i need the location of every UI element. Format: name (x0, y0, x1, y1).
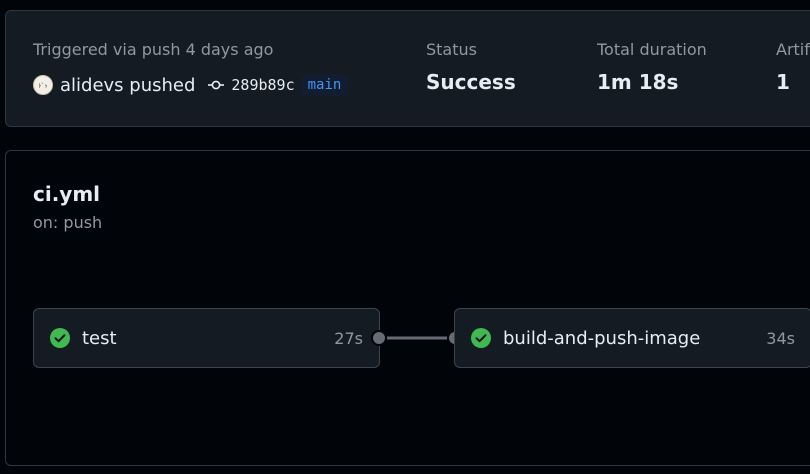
status-stat: Status Success (426, 40, 516, 94)
run-summary-panel: Triggered via push 4 days ago ﾄﾞｯ alidev… (5, 10, 810, 127)
duration-stat: Total duration 1m 18s (597, 40, 707, 94)
status-label: Status (426, 40, 477, 59)
check-circle-fill-icon (471, 328, 491, 348)
connector-out-node (371, 330, 387, 346)
job-duration: 34s (766, 328, 795, 348)
check-circle-fill-icon (50, 328, 70, 348)
job-name: test (82, 327, 117, 349)
branch-badge[interactable]: main (300, 74, 349, 96)
workflow-name: ci.yml (33, 182, 101, 206)
artifacts-label: Artifacts (776, 40, 810, 59)
artifacts-value[interactable]: 1 (776, 70, 810, 94)
actor-text[interactable]: alidevs pushed (60, 75, 195, 96)
trigger-text: Triggered via push 4 days ago (33, 40, 274, 59)
artifacts-stat: Artifacts 1 (776, 40, 810, 94)
workflow-graph-panel: ci.yml on: push test 27s build-and-push-… (5, 150, 810, 466)
job-duration: 27s (334, 328, 363, 348)
job-name: build-and-push-image (503, 327, 701, 349)
actor-row: ﾄﾞｯ alidevs pushed 289b89c main (33, 73, 349, 97)
job-test[interactable]: test 27s (33, 308, 380, 368)
duration-value: 1m 18s (597, 70, 679, 94)
avatar[interactable]: ﾄﾞｯ (33, 75, 53, 95)
commit-sha-link[interactable]: 289b89c (231, 76, 294, 94)
job-build-and-push-image[interactable]: build-and-push-image 34s (454, 308, 810, 368)
git-commit-icon (207, 76, 225, 94)
duration-label: Total duration (597, 40, 707, 59)
status-value: Success (426, 70, 516, 94)
workflow-trigger: on: push (33, 213, 103, 232)
